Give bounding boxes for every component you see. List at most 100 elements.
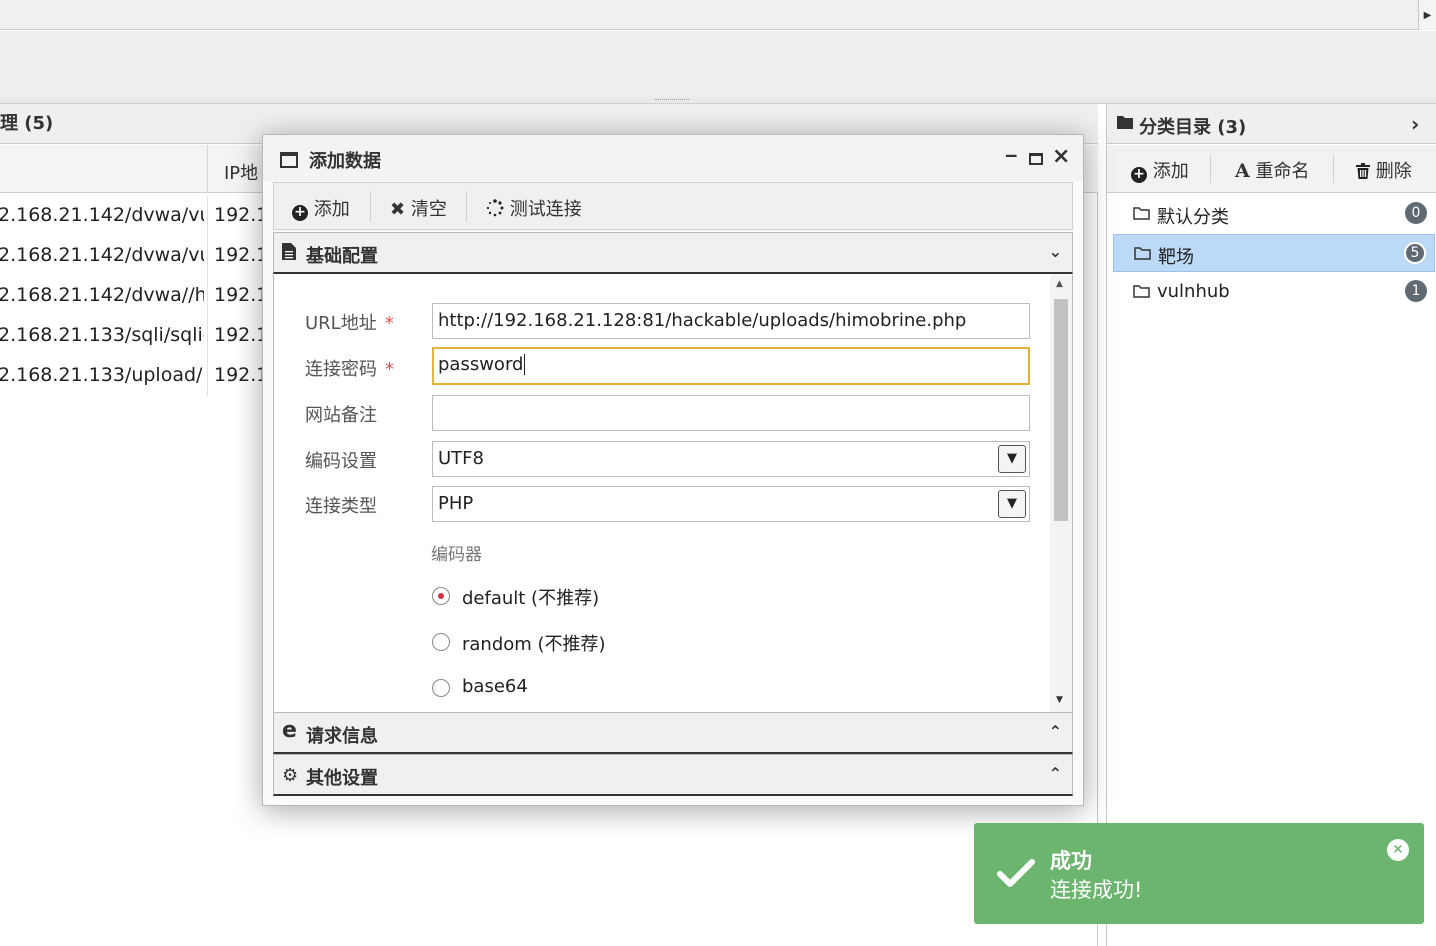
category-item-range[interactable]: 靶场 5 bbox=[1113, 234, 1435, 272]
encoding-select[interactable]: UTF8 ▼ bbox=[432, 441, 1030, 477]
gears-icon: ⚙ bbox=[282, 765, 299, 786]
category-panel-title: 分类目录 (3) bbox=[1139, 117, 1247, 138]
folder-icon bbox=[1133, 207, 1150, 220]
note-label: 网站备注 bbox=[305, 405, 377, 426]
cell-separator bbox=[207, 356, 208, 396]
password-label: 连接密码 * bbox=[305, 359, 394, 380]
cell-separator bbox=[207, 236, 208, 276]
dialog-title-bar[interactable]: 添加数据 ‒ × bbox=[263, 135, 1083, 181]
category-delete-label: 删除 bbox=[1375, 161, 1412, 182]
toast-title: 成功 bbox=[1050, 849, 1092, 873]
cell-ip: 192.1 bbox=[214, 364, 269, 386]
toast-close-button[interactable]: × bbox=[1387, 839, 1409, 861]
chevron-up-icon: ⌃ bbox=[1048, 764, 1062, 783]
toolbar-separator bbox=[1333, 155, 1334, 183]
count-badge: 5 bbox=[1404, 242, 1426, 264]
dialog-toolbar: + 添加 ✖ 清空 测试连接 bbox=[273, 182, 1073, 230]
close-button[interactable]: × bbox=[1052, 144, 1070, 169]
category-item-default[interactable]: 默认分类 0 bbox=[1113, 195, 1435, 233]
test-connection-button[interactable]: 测试连接 bbox=[486, 195, 582, 221]
encoder-option-label: base64 bbox=[462, 676, 528, 697]
checkmark-icon bbox=[997, 859, 1035, 887]
chevron-down-icon: ⌄ bbox=[1048, 242, 1062, 261]
url-label: URL地址 * bbox=[305, 313, 394, 334]
folder-solid-icon bbox=[1117, 116, 1133, 129]
toolbar-separator bbox=[466, 191, 467, 221]
caret-right-icon: ▶ bbox=[1423, 9, 1432, 21]
tab-scroll-right-button[interactable]: ▶ bbox=[1418, 0, 1436, 30]
spinner-icon bbox=[486, 199, 504, 217]
encoder-label: 编码器 bbox=[431, 545, 482, 565]
dialog-add-button[interactable]: + 添加 bbox=[292, 195, 350, 221]
main-toolbar-area bbox=[0, 31, 1436, 97]
section-request-info[interactable]: e 请求信息 ⌃ bbox=[273, 712, 1073, 754]
x-icon: ✖ bbox=[390, 199, 406, 220]
scrollbar-thumb[interactable] bbox=[1054, 299, 1068, 521]
section-basic-config[interactable]: 基础配置 ⌄ bbox=[273, 232, 1073, 274]
plus-circle-icon: + bbox=[292, 205, 308, 221]
category-rename-button[interactable]: A 重命名 bbox=[1235, 157, 1309, 183]
maximize-button[interactable] bbox=[1029, 153, 1043, 165]
radio-button[interactable] bbox=[432, 633, 450, 651]
type-value: PHP bbox=[438, 493, 474, 514]
minimize-button[interactable]: ‒ bbox=[1005, 145, 1018, 166]
cell-url: 2.168.21.142/dvwa/vulne bbox=[0, 244, 204, 266]
cell-ip: 192.1 bbox=[214, 204, 269, 226]
cell-url: 2.168.21.133/upload/upl bbox=[0, 364, 204, 386]
category-label: vulnhub bbox=[1157, 281, 1230, 302]
encoder-option-label: random (不推荐) bbox=[462, 634, 606, 655]
success-toast: 成功 连接成功! × bbox=[974, 823, 1424, 924]
note-input[interactable] bbox=[432, 395, 1030, 431]
section-basic-title: 基础配置 bbox=[306, 246, 378, 267]
clear-label: 清空 bbox=[410, 199, 447, 220]
chevron-down-icon[interactable]: ▼ bbox=[998, 490, 1026, 518]
radio-button[interactable] bbox=[432, 679, 450, 697]
encoder-option-label: default (不推荐) bbox=[462, 588, 600, 609]
scroll-down-icon[interactable]: ▼ bbox=[1056, 695, 1063, 705]
cell-separator bbox=[207, 196, 208, 236]
radio-button[interactable] bbox=[432, 587, 450, 605]
collapse-chevron-icon[interactable]: › bbox=[1411, 112, 1419, 136]
cell-url: 2.168.21.142/dvwa//hacl bbox=[0, 284, 204, 306]
category-item-vulnhub[interactable]: vulnhub 1 bbox=[1113, 273, 1435, 311]
chevron-down-icon[interactable]: ▼ bbox=[998, 445, 1026, 473]
password-input[interactable]: password bbox=[432, 347, 1030, 385]
scroll-up-icon[interactable]: ▲ bbox=[1056, 279, 1063, 289]
category-delete-button[interactable]: 删除 bbox=[1356, 157, 1412, 183]
cell-ip: 192.1 bbox=[214, 324, 269, 346]
cell-url: 2.168.21.142/dvwa/vulne bbox=[0, 204, 204, 226]
splitter-grip-icon bbox=[655, 99, 689, 101]
chevron-up-icon: ⌃ bbox=[1048, 722, 1062, 741]
plus-circle-icon: + bbox=[1131, 167, 1147, 183]
trash-icon bbox=[1356, 163, 1370, 179]
cell-ip: 192.1 bbox=[214, 244, 269, 266]
category-add-label: 添加 bbox=[1152, 161, 1189, 182]
clear-button[interactable]: ✖ 清空 bbox=[390, 195, 447, 221]
section-other-settings[interactable]: ⚙ 其他设置 ⌃ bbox=[273, 754, 1073, 796]
url-input[interactable]: http://192.168.21.128:81/hackable/upload… bbox=[432, 303, 1030, 339]
column-header-ip[interactable]: IP地 bbox=[224, 159, 258, 185]
ie-icon: e bbox=[282, 718, 297, 743]
category-rename-label: 重命名 bbox=[1255, 161, 1310, 182]
toolbar-separator bbox=[1210, 155, 1211, 183]
dialog-title: 添加数据 bbox=[309, 151, 381, 172]
form-scrollbar[interactable]: ▲ ▼ bbox=[1050, 275, 1072, 712]
category-add-button[interactable]: + 添加 bbox=[1131, 157, 1189, 183]
cell-separator bbox=[207, 276, 208, 316]
category-panel-header: 分类目录 (3) › bbox=[1107, 104, 1436, 144]
section-request-title: 请求信息 bbox=[306, 726, 378, 747]
count-badge: 1 bbox=[1405, 280, 1427, 302]
type-label: 连接类型 bbox=[305, 496, 377, 517]
section-other-title: 其他设置 bbox=[306, 768, 378, 789]
cell-url: 2.168.21.133/sqli/sqli-lab bbox=[0, 324, 204, 346]
layout-splitter[interactable] bbox=[0, 97, 1436, 104]
toast-message: 连接成功! bbox=[1050, 878, 1143, 902]
folder-icon bbox=[1134, 247, 1151, 260]
required-mark: * bbox=[384, 313, 394, 334]
required-mark: * bbox=[385, 359, 394, 380]
type-select[interactable]: PHP ▼ bbox=[432, 486, 1030, 522]
dialog-add-label: 添加 bbox=[313, 199, 350, 220]
column-separator[interactable] bbox=[207, 145, 208, 193]
top-tab-strip bbox=[0, 0, 1436, 30]
folder-icon bbox=[1133, 285, 1150, 298]
